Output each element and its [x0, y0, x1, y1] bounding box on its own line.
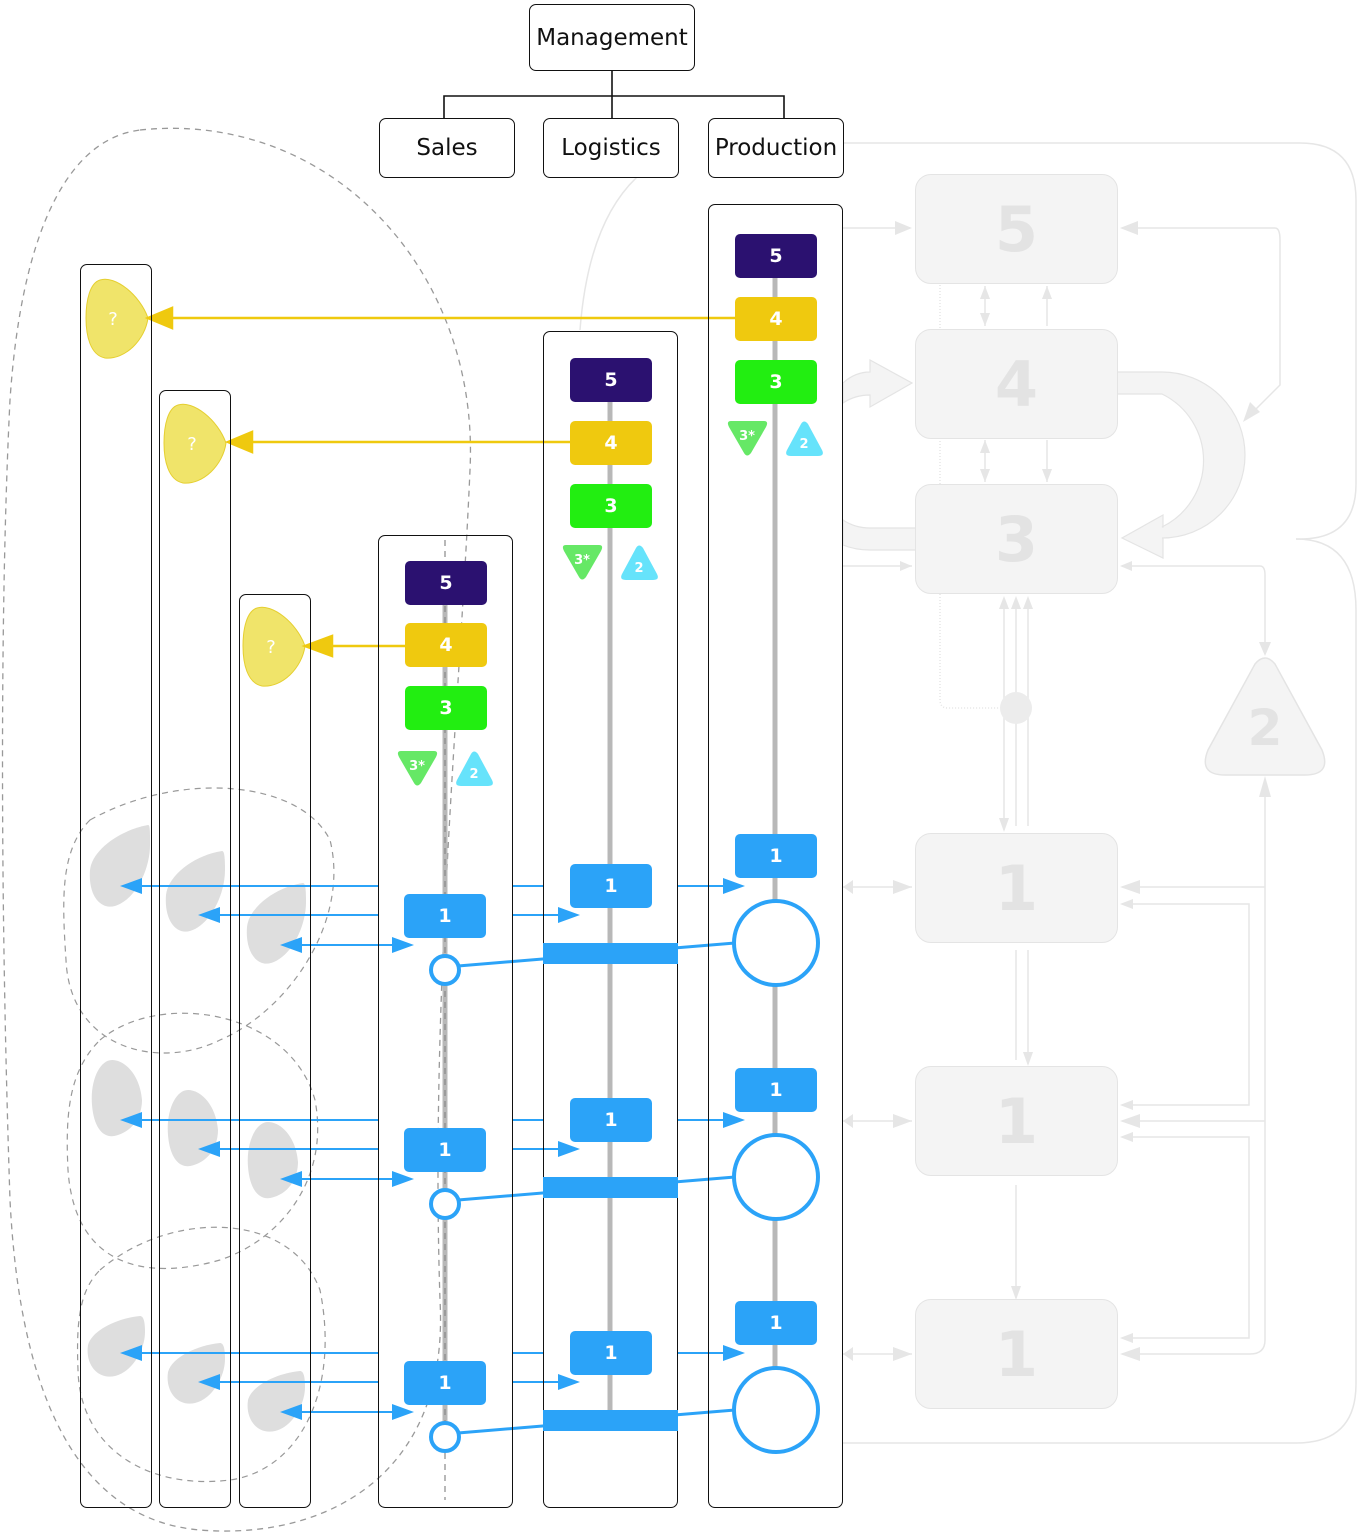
ghost-system3-box: 3: [915, 484, 1118, 594]
ghost-system5-box: 5: [915, 174, 1118, 284]
logistics-system4-badge[interactable]: 4: [570, 421, 652, 465]
ghost-system2-label: 2: [1248, 699, 1283, 757]
org-node-management[interactable]: Management: [529, 4, 695, 71]
sales-system5-badge[interactable]: 5: [405, 561, 487, 605]
ghost-system4-box: 4: [915, 329, 1118, 439]
production-op2-badge[interactable]: 1: [735, 1068, 817, 1112]
production-system5-badge[interactable]: 5: [735, 234, 817, 278]
ghost-arrow-into-4: [842, 358, 914, 409]
org-node-production[interactable]: Production: [708, 118, 844, 178]
logistics-system5-badge[interactable]: 5: [570, 358, 652, 402]
environment-column-3: [239, 594, 311, 1508]
production-system3-badge[interactable]: 3: [735, 360, 817, 404]
sales-op3-badge[interactable]: 1: [404, 1361, 486, 1405]
logistics-op3-badge[interactable]: 1: [570, 1331, 652, 1375]
logistics-system3-badge[interactable]: 3: [570, 484, 652, 528]
ghost-curved-arrow-4-to-3: [1113, 371, 1246, 559]
production-op1-badge[interactable]: 1: [735, 834, 817, 878]
sales-system3-badge[interactable]: 3: [405, 686, 487, 730]
ghost-system1-box-1: 1: [915, 833, 1118, 943]
environment-column-2: [159, 390, 231, 1508]
production-system4-badge[interactable]: 4: [735, 297, 817, 341]
sales-op1-badge[interactable]: 1: [404, 894, 486, 938]
environment-column-1: [80, 264, 152, 1508]
sales-system4-badge[interactable]: 4: [405, 623, 487, 667]
ghost-arrow-from-3: [842, 518, 919, 551]
ghost-dot-large: [1000, 692, 1032, 724]
ghost-system1-box-2: 1: [915, 1066, 1118, 1176]
org-node-sales[interactable]: Sales: [379, 118, 515, 178]
logistics-op1-badge[interactable]: 1: [570, 864, 652, 908]
org-node-logistics[interactable]: Logistics: [543, 118, 679, 178]
org-chart-connectors: [443, 71, 785, 118]
sales-op2-badge[interactable]: 1: [404, 1128, 486, 1172]
ghost-system1-box-3: 1: [915, 1299, 1118, 1409]
production-op3-badge[interactable]: 1: [735, 1301, 817, 1345]
logistics-op2-badge[interactable]: 1: [570, 1098, 652, 1142]
